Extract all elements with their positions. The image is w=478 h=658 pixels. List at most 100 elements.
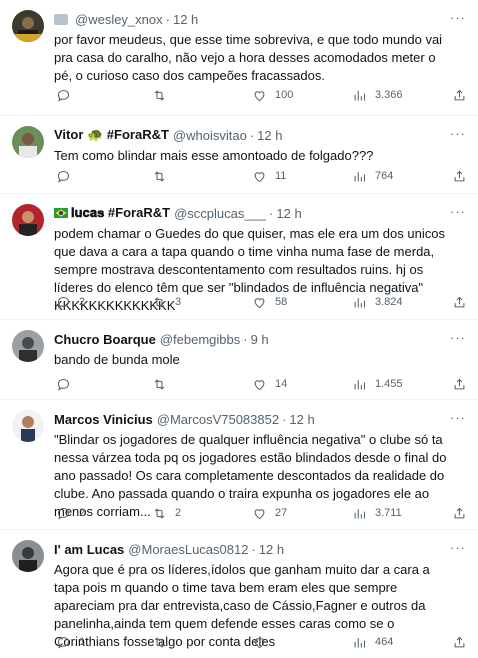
avatar[interactable] bbox=[12, 540, 44, 572]
views-icon bbox=[354, 171, 366, 181]
like-count: 100 bbox=[275, 89, 294, 101]
share-icon bbox=[454, 89, 465, 100]
views-button[interactable]: 3.824 bbox=[352, 295, 403, 310]
reply-button[interactable] bbox=[56, 377, 79, 392]
timestamp[interactable]: 12 h bbox=[276, 206, 301, 221]
retweet-count: 2 bbox=[175, 507, 182, 519]
handle[interactable]: @MoraesLucas0812 bbox=[128, 542, 248, 557]
display-name[interactable]: Marcos Vinicius bbox=[54, 412, 153, 427]
tweet[interactable]: Marcos Vinicius @MarcosV75083852 · 12 h … bbox=[0, 400, 478, 530]
retweet-icon bbox=[154, 636, 165, 648]
tweet[interactable]: @wesley_xnox · 12 h ··· por favor meudeu… bbox=[0, 0, 478, 116]
tweet-header: Chucro Boarque @febemgibbs · 9 h bbox=[54, 330, 466, 348]
views-button[interactable]: 464 bbox=[352, 635, 393, 650]
views-button[interactable]: 764 bbox=[352, 169, 393, 184]
views-icon bbox=[354, 297, 366, 307]
reply-button[interactable]: 2 bbox=[56, 506, 85, 521]
like-button[interactable] bbox=[252, 635, 275, 650]
share-button[interactable] bbox=[452, 295, 467, 310]
retweet-button[interactable]: 3 bbox=[152, 295, 181, 310]
heart-icon bbox=[254, 379, 265, 390]
handle[interactable]: @febemgibbs bbox=[160, 332, 240, 347]
display-name[interactable]: I' am Lucas bbox=[54, 542, 124, 557]
retweet-button[interactable] bbox=[152, 635, 175, 650]
heart-icon bbox=[254, 297, 265, 308]
tweet-header: Marcos Vinicius @MarcosV75083852 · 12 h bbox=[54, 410, 466, 428]
tweet[interactable]: 𝐥𝐮𝐜𝐚𝐬 #ForaR&T @sccplucas___ · 12 h ··· … bbox=[0, 194, 478, 320]
timestamp[interactable]: 9 h bbox=[251, 332, 269, 347]
reply-button[interactable]: 2 bbox=[56, 295, 85, 310]
heart-icon bbox=[254, 637, 265, 648]
retweet-icon bbox=[154, 378, 165, 390]
share-button[interactable] bbox=[452, 88, 467, 103]
display-name[interactable]: Vitor 🐢 #ForaR&T bbox=[54, 127, 169, 143]
views-icon bbox=[354, 637, 366, 647]
reply-icon bbox=[57, 636, 70, 649]
timestamp[interactable]: 12 h bbox=[289, 412, 314, 427]
reply-icon bbox=[57, 296, 70, 309]
handle[interactable]: @whoisvitao bbox=[173, 128, 247, 143]
share-button[interactable] bbox=[452, 506, 467, 521]
more-options-icon[interactable]: ··· bbox=[450, 10, 466, 25]
view-count: 1.455 bbox=[375, 378, 403, 390]
heart-icon bbox=[254, 171, 265, 182]
tweet-text: Tem como blindar mais esse amontoado de … bbox=[54, 148, 374, 163]
retweet-button[interactable]: 2 bbox=[152, 506, 181, 521]
share-icon bbox=[454, 296, 465, 307]
tweet-header: @wesley_xnox · 12 h bbox=[54, 10, 466, 28]
heart-icon bbox=[254, 90, 265, 101]
tweet[interactable]: I' am Lucas @MoraesLucas0812 · 12 h ··· … bbox=[0, 530, 478, 658]
like-count: 14 bbox=[275, 378, 288, 390]
avatar[interactable] bbox=[12, 410, 44, 442]
brazil-flag-icon bbox=[54, 208, 68, 218]
views-button[interactable]: 1.455 bbox=[352, 377, 403, 392]
tweet[interactable]: Vitor 🐢 #ForaR&T @whoisvitao · 12 h ··· … bbox=[0, 116, 478, 194]
reply-icon bbox=[57, 170, 70, 183]
views-button[interactable]: 3.366 bbox=[352, 88, 403, 103]
handle[interactable]: @wesley_xnox bbox=[75, 12, 163, 27]
views-icon bbox=[354, 90, 366, 100]
action-bar: 1 464 bbox=[56, 633, 468, 651]
like-button[interactable]: 100 bbox=[252, 88, 293, 103]
timestamp[interactable]: 12 h bbox=[173, 12, 198, 27]
like-button[interactable]: 58 bbox=[252, 295, 287, 310]
views-button[interactable]: 3.711 bbox=[352, 506, 402, 521]
more-options-icon[interactable]: ··· bbox=[450, 410, 466, 425]
display-name[interactable]: Chucro Boarque bbox=[54, 332, 156, 347]
retweet-icon bbox=[154, 296, 165, 308]
like-button[interactable]: 14 bbox=[252, 377, 287, 392]
more-options-icon[interactable]: ··· bbox=[450, 204, 466, 219]
display-name[interactable]: 𝐥𝐮𝐜𝐚𝐬 #ForaR&T bbox=[54, 205, 170, 221]
retweet-icon bbox=[154, 170, 165, 182]
display-name[interactable] bbox=[54, 13, 71, 25]
reply-button[interactable]: 1 bbox=[56, 635, 85, 650]
separator: · bbox=[243, 331, 248, 347]
timestamp[interactable]: 12 h bbox=[259, 542, 284, 557]
retweet-button[interactable] bbox=[152, 377, 175, 392]
avatar[interactable] bbox=[12, 204, 44, 236]
retweet-button[interactable] bbox=[152, 169, 175, 184]
handle[interactable]: @MarcosV75083852 bbox=[157, 412, 279, 427]
like-button[interactable]: 11 bbox=[252, 169, 286, 184]
avatar[interactable] bbox=[12, 330, 44, 362]
share-button[interactable] bbox=[452, 169, 467, 184]
reply-button[interactable] bbox=[56, 88, 79, 103]
like-count: 58 bbox=[275, 296, 288, 308]
handle[interactable]: @sccplucas___ bbox=[174, 206, 266, 221]
tweet[interactable]: Chucro Boarque @febemgibbs · 9 h ··· ban… bbox=[0, 320, 478, 400]
share-button[interactable] bbox=[452, 635, 467, 650]
more-options-icon[interactable]: ··· bbox=[450, 540, 466, 555]
view-count: 3.711 bbox=[375, 507, 402, 519]
timestamp[interactable]: 12 h bbox=[257, 128, 282, 143]
tweet-text: por favor meudeus, que esse time sobrevi… bbox=[54, 32, 443, 83]
like-button[interactable]: 27 bbox=[252, 506, 287, 521]
retweet-button[interactable] bbox=[152, 88, 175, 103]
more-options-icon[interactable]: ··· bbox=[450, 126, 466, 141]
reply-button[interactable] bbox=[56, 169, 79, 184]
avatar[interactable] bbox=[12, 10, 44, 42]
more-options-icon[interactable]: ··· bbox=[450, 330, 466, 345]
share-button[interactable] bbox=[452, 377, 467, 392]
like-count: 11 bbox=[275, 170, 287, 182]
avatar[interactable] bbox=[12, 126, 44, 158]
share-icon bbox=[454, 636, 465, 647]
